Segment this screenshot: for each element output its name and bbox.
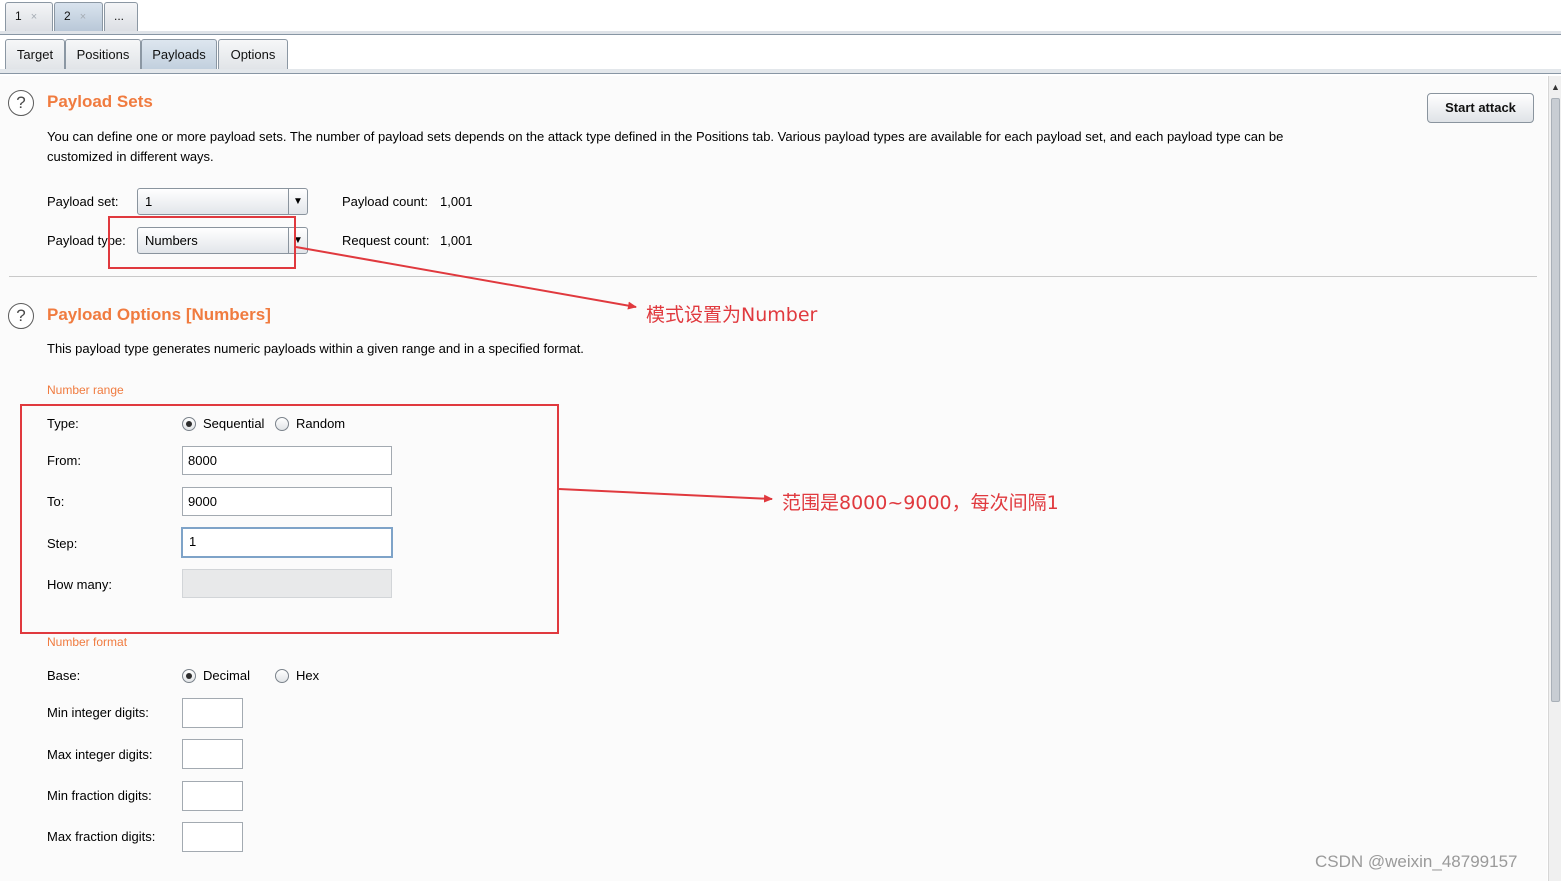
annotation-range-note: 范围是8000~9000，每次间隔1 [782, 492, 1059, 514]
annotation-arrows [295, 246, 773, 503]
watermark: CSDN @weixin_48799157 [1315, 852, 1518, 871]
annotation-mode-note: 模式设置为Number [646, 304, 818, 326]
annotation-arrow-mode [295, 246, 637, 310]
annotation-arrow-range [558, 488, 773, 503]
